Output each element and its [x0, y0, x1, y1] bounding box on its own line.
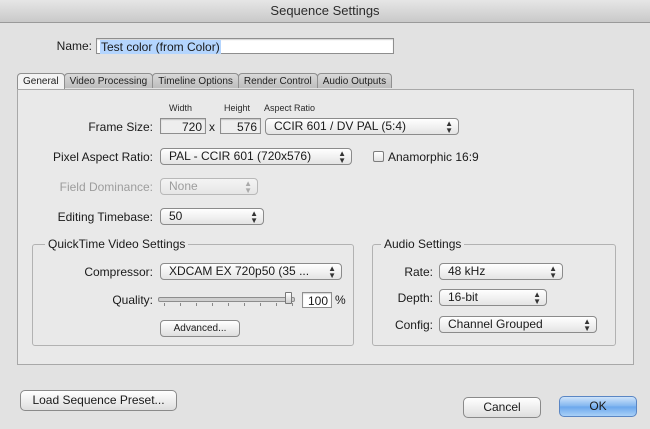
- tab-timeline-options[interactable]: Timeline Options: [152, 73, 239, 88]
- anamorphic-checkbox[interactable]: [373, 151, 384, 162]
- slider-tick: [164, 303, 165, 306]
- quicktime-group-title: QuickTime Video Settings: [45, 237, 189, 251]
- tab-bar: General Video Processing Timeline Option…: [17, 73, 393, 89]
- up-down-arrows-icon: ▲ ▼: [583, 317, 591, 333]
- field-dominance-popup[interactable]: None ▲ ▼: [160, 178, 258, 195]
- pixel-aspect-label: Pixel Aspect Ratio:: [52, 150, 153, 164]
- depth-popup[interactable]: 16-bit ▲ ▼: [439, 289, 547, 306]
- rate-popup[interactable]: 48 kHz ▲ ▼: [439, 263, 563, 280]
- field-dominance-value: None: [169, 179, 198, 193]
- editing-timebase-label: Editing Timebase:: [57, 210, 153, 224]
- slider-tick: [196, 303, 197, 306]
- ok-button[interactable]: OK: [559, 396, 637, 417]
- anamorphic-label: Anamorphic 16:9: [388, 150, 479, 164]
- quality-unit: %: [335, 293, 346, 307]
- depth-value: 16-bit: [448, 290, 479, 304]
- depth-label: Depth:: [397, 291, 433, 305]
- frame-size-label: Frame Size:: [88, 120, 153, 134]
- height-field[interactable]: 576: [220, 118, 261, 134]
- slider-tick: [180, 303, 181, 306]
- sequence-settings-window: Name: Test color (from Color) General Vi…: [0, 23, 650, 429]
- tab-render-control[interactable]: Render Control: [237, 73, 318, 88]
- slider-tick: [292, 303, 293, 306]
- rate-label: Rate:: [404, 265, 433, 279]
- slider-tick: [212, 303, 213, 306]
- quality-label: Quality:: [112, 293, 153, 307]
- name-label: Name:: [56, 39, 92, 53]
- compressor-value: XDCAM EX 720p50 (35 ...: [169, 264, 310, 278]
- compressor-label: Compressor:: [84, 265, 153, 279]
- advanced-button[interactable]: Advanced...: [160, 320, 240, 337]
- quicktime-settings-group: QuickTime Video Settings Compressor: XDC…: [32, 237, 354, 346]
- audio-group-title: Audio Settings: [381, 237, 465, 251]
- general-panel: Width Height Aspect Ratio Frame Size: 72…: [17, 89, 634, 365]
- height-header: Height: [224, 103, 251, 113]
- load-sequence-preset-button[interactable]: Load Sequence Preset...: [20, 390, 177, 411]
- times-sign: x: [209, 120, 215, 134]
- aspect-ratio-header: Aspect Ratio: [264, 103, 316, 113]
- slider-tick: [260, 303, 261, 306]
- tab-general[interactable]: General: [17, 73, 65, 89]
- aspect-ratio-popup[interactable]: CCIR 601 / DV PAL (5:4) ▲ ▼: [265, 118, 459, 135]
- compressor-popup[interactable]: XDCAM EX 720p50 (35 ... ▲ ▼: [160, 263, 342, 280]
- pixel-aspect-popup[interactable]: PAL - CCIR 601 (720x576) ▲ ▼: [160, 148, 352, 165]
- up-down-arrows-icon: ▲ ▼: [549, 264, 557, 280]
- config-popup[interactable]: Channel Grouped ▲ ▼: [439, 316, 597, 333]
- width-header: Width: [169, 103, 193, 113]
- field-dominance-label: Field Dominance:: [59, 180, 153, 194]
- slider-tick: [228, 303, 229, 306]
- cancel-button[interactable]: Cancel: [463, 397, 541, 418]
- up-down-arrows-icon: ▲ ▼: [328, 264, 336, 280]
- slider-thumb[interactable]: [285, 292, 292, 304]
- up-down-arrows-icon: ▲ ▼: [445, 119, 453, 135]
- slider-tick: [244, 303, 245, 306]
- width-field[interactable]: 720: [160, 118, 206, 134]
- window-title: Sequence Settings: [0, 0, 650, 23]
- tab-video-processing[interactable]: Video Processing: [63, 73, 154, 88]
- audio-settings-group: Audio Settings Rate: 48 kHz ▲ ▼ Depth: 16…: [372, 237, 616, 346]
- tab-audio-outputs[interactable]: Audio Outputs: [316, 73, 393, 88]
- config-value: Channel Grouped: [448, 317, 543, 331]
- quality-slider[interactable]: [158, 297, 295, 302]
- up-down-arrows-icon: ▲ ▼: [244, 179, 252, 195]
- up-down-arrows-icon: ▲ ▼: [250, 209, 258, 225]
- name-field-value: Test color (from Color): [100, 40, 221, 54]
- editing-timebase-popup[interactable]: 50 ▲ ▼: [160, 208, 264, 225]
- up-down-arrows-icon: ▲ ▼: [338, 149, 346, 165]
- pixel-aspect-value: PAL - CCIR 601 (720x576): [169, 149, 312, 163]
- slider-tick: [276, 303, 277, 306]
- name-field[interactable]: Test color (from Color): [96, 38, 394, 54]
- editing-timebase-value: 50: [169, 209, 183, 223]
- config-label: Config:: [394, 318, 433, 332]
- quality-field[interactable]: 100: [302, 292, 332, 308]
- up-down-arrows-icon: ▲ ▼: [533, 290, 541, 306]
- rate-value: 48 kHz: [448, 264, 486, 278]
- aspect-ratio-value: CCIR 601 / DV PAL (5:4): [274, 119, 407, 133]
